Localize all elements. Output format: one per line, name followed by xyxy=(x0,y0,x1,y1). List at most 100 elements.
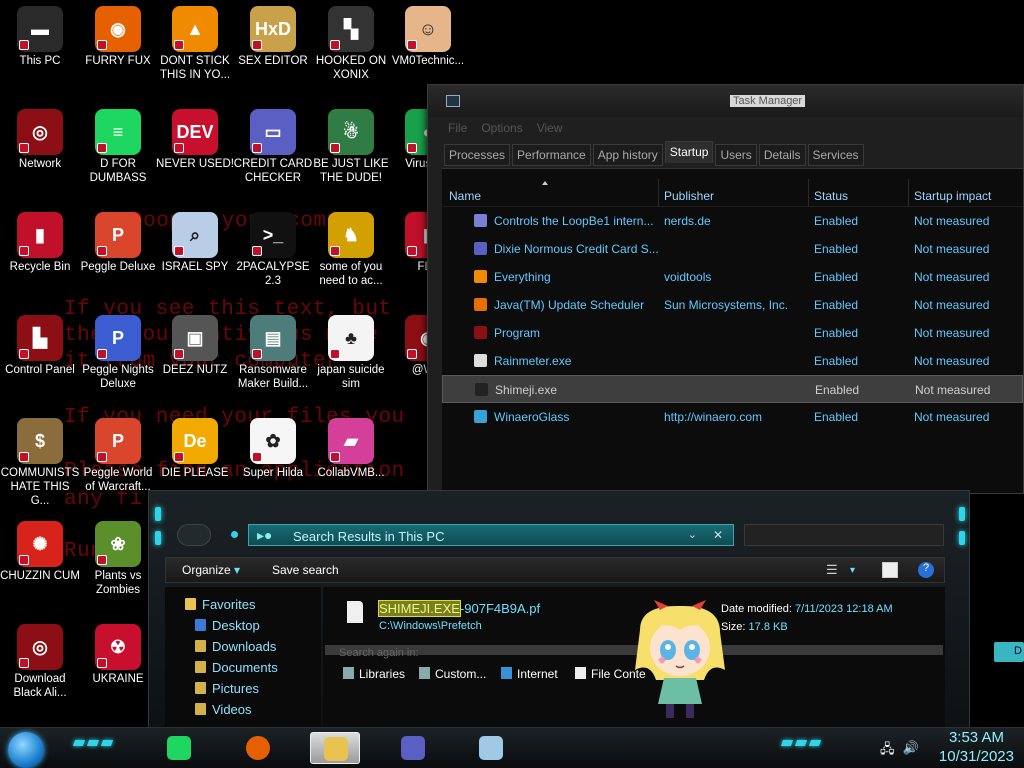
menu-options[interactable]: Options xyxy=(481,121,522,135)
desktop-icon[interactable]: P Peggle Deluxe xyxy=(78,208,158,274)
desktop-icon[interactable]: ▰ CollabVMB... xyxy=(311,414,391,480)
desktop-icon[interactable]: ♣ japan suicide sim xyxy=(311,311,391,391)
clock[interactable]: 3:53 AM 10/31/2023 xyxy=(939,728,1014,766)
desktop-icon[interactable]: ▙ Control Panel xyxy=(0,311,80,377)
desktop-icon[interactable]: ▤ Ransomware Maker Build... xyxy=(233,311,313,391)
chevron-down-icon[interactable]: ⌄ xyxy=(688,528,697,541)
nav-downloads[interactable]: Downloads xyxy=(195,639,276,654)
result-date: Date modified: 7/11/2023 12:18 AM xyxy=(721,603,893,615)
shimeji-mascot[interactable] xyxy=(630,600,730,726)
tab-startup[interactable]: Startup xyxy=(664,141,714,163)
desktop-icon[interactable]: ✿ Super Hilda xyxy=(233,414,313,480)
save-search-button[interactable]: Save search xyxy=(272,563,339,577)
startup-row[interactable]: WinaeroGlass http://winaero.com Enabled Not… xyxy=(442,403,1023,431)
desktop-icon[interactable]: ☃ BE JUST LIKE THE DUDE! xyxy=(311,105,391,185)
dialog-button-partial[interactable]: D xyxy=(994,642,1024,662)
desktop-icon[interactable]: ◎ Network xyxy=(0,105,80,171)
recent-locations-icon[interactable] xyxy=(231,531,238,538)
taskbar-app-firefox[interactable] xyxy=(233,732,283,764)
back-forward-button[interactable] xyxy=(177,524,211,546)
shortcut-arrow-icon xyxy=(97,143,107,153)
tab-users[interactable]: Users xyxy=(715,144,757,166)
desktop-icon[interactable]: ☢ UKRAINE xyxy=(78,620,158,686)
search-input[interactable] xyxy=(744,524,944,546)
desktop-icon[interactable]: ▲ DONT STICK THIS IN YO... xyxy=(155,2,235,82)
desktop-icon[interactable]: ▮ Recycle Bin xyxy=(0,208,80,274)
startup-row[interactable]: Controls the LoopBe1 intern... nerds.de En… xyxy=(442,207,1023,235)
desktop-icon[interactable]: ≡ D FOR DUMBASS xyxy=(78,105,158,185)
taskbar-app-credit-card[interactable] xyxy=(388,732,438,764)
startup-row[interactable]: Everything voidtools Enabled Not measured xyxy=(442,263,1023,291)
organize-button[interactable]: Organize ▾ xyxy=(182,563,240,577)
startup-row[interactable]: Dixie Normous Credit Card S... Enabled Not… xyxy=(442,235,1023,263)
desktop-icon[interactable]: ▚ HOOKED ON XONIX xyxy=(311,2,391,82)
close-icon[interactable]: ✕ xyxy=(713,528,723,542)
start-orb-icon[interactable] xyxy=(8,732,44,768)
desktop-icon[interactable]: ⌕ ISRAEL SPY xyxy=(155,208,235,274)
taskbar-app-spotify[interactable] xyxy=(154,732,204,764)
startup-row[interactable]: Java(TM) Update Scheduler Sun Microsystem… xyxy=(442,291,1023,319)
tab-details[interactable]: Details xyxy=(758,144,806,166)
search-location-internet[interactable]: Internet xyxy=(501,667,558,681)
column-divider[interactable] xyxy=(658,179,659,207)
startup-row[interactable]: Shimeji.exe Enabled Not measured xyxy=(442,375,1023,403)
desktop-icon[interactable]: ✺ CHUZZIN CUM xyxy=(0,517,80,583)
title-bar[interactable]: Task Manager xyxy=(428,85,1023,117)
startup-row[interactable]: Program Enabled Not measured xyxy=(442,319,1023,347)
address-bar[interactable]: ▸● Search Results in This PC ⌄ ✕ xyxy=(248,524,734,546)
desktop-icon[interactable]: ▬ This PC xyxy=(0,2,80,68)
desktop-icon[interactable]: ▭ CREDIT CARD CHECKER xyxy=(233,105,313,185)
column-divider[interactable] xyxy=(908,179,909,207)
menu-view[interactable]: View xyxy=(537,121,563,135)
column-startup-impact[interactable]: Startup impact xyxy=(914,189,991,203)
startup-name: Dixie Normous Credit Card S... xyxy=(494,242,659,256)
desktop-icon[interactable]: ◉ FURRY FUX xyxy=(78,2,158,68)
desktop-icon[interactable]: >_ 2PACALYPSE 2.3 xyxy=(233,208,313,288)
volume-icon[interactable]: 🔊 xyxy=(903,740,919,762)
nav-label: Videos xyxy=(212,702,252,717)
shortcut-arrow-icon xyxy=(174,246,184,256)
nav-favorites[interactable]: Favorites xyxy=(185,597,255,612)
taskbar-ornament xyxy=(72,740,114,748)
nav-videos[interactable]: Videos xyxy=(195,702,252,717)
tab-processes[interactable]: Processes xyxy=(444,144,511,166)
desktop-icon[interactable]: DEV NEVER USED! xyxy=(155,105,235,171)
desktop-icon[interactable]: ▣ DEEZ NUTZ xyxy=(155,311,235,377)
firefox-icon xyxy=(246,736,270,760)
tab-app-history[interactable]: App history xyxy=(592,144,663,166)
desktop-icon[interactable]: ❀ Plants vs Zombies xyxy=(78,517,158,597)
explorer-window[interactable]: ▸● Search Results in This PC ⌄ ✕ Organiz… xyxy=(148,490,970,730)
column-name[interactable]: Name xyxy=(449,189,481,203)
result-file-name[interactable]: SHIMEJI.EXE-907F4B9A.pf xyxy=(378,600,540,617)
nav-desktop[interactable]: Desktop xyxy=(195,618,260,633)
tab-services[interactable]: Services xyxy=(807,144,864,166)
chevron-down-icon[interactable]: ▾ xyxy=(850,565,866,581)
preview-pane-icon[interactable] xyxy=(882,562,898,578)
desktop-icon[interactable]: De DIE PLEASE xyxy=(155,414,235,480)
menu-file[interactable]: File xyxy=(448,121,467,135)
desktop-icon[interactable]: $ COMMUNISTS HATE THIS G... xyxy=(0,414,80,508)
tab-performance[interactable]: Performance xyxy=(512,144,591,166)
network-icon[interactable]: 🖧 xyxy=(880,740,895,762)
help-icon[interactable]: ? xyxy=(918,562,934,578)
column-status[interactable]: Status xyxy=(814,189,848,203)
desktop-icon[interactable]: HxD SEX EDITOR xyxy=(233,2,313,68)
nav-pictures[interactable]: Pictures xyxy=(195,681,259,696)
desktop-icon[interactable]: ◎ Download Black Ali... xyxy=(0,620,80,700)
desktop-icon[interactable]: ☺ VM0Technic... xyxy=(388,2,468,68)
column-publisher[interactable]: Publisher xyxy=(664,189,714,203)
taskbar-app-task-manager[interactable] xyxy=(466,732,516,764)
pvz-icon: ❀ xyxy=(95,521,141,567)
desktop-icon[interactable]: ♞ some of you need to ac... xyxy=(311,208,391,288)
desktop-icon[interactable]: P Peggle World of Warcraft... xyxy=(78,414,158,494)
nav-documents[interactable]: Documents xyxy=(195,660,278,675)
search-location-libraries[interactable]: Libraries xyxy=(343,667,405,681)
view-options-icon[interactable]: ☰ xyxy=(826,562,842,578)
search-location-custom[interactable]: Custom... xyxy=(419,667,486,681)
task-manager-window[interactable]: Task Manager File Options View Processes… xyxy=(427,84,1024,494)
taskbar-app-file-explorer[interactable] xyxy=(310,732,360,764)
startup-row[interactable]: Rainmeter.exe Enabled Not measured xyxy=(442,347,1023,375)
desktop-icon[interactable]: P Peggle Nights Deluxe xyxy=(78,311,158,391)
column-divider[interactable] xyxy=(808,179,809,207)
startup-impact: Not measured xyxy=(915,383,991,397)
